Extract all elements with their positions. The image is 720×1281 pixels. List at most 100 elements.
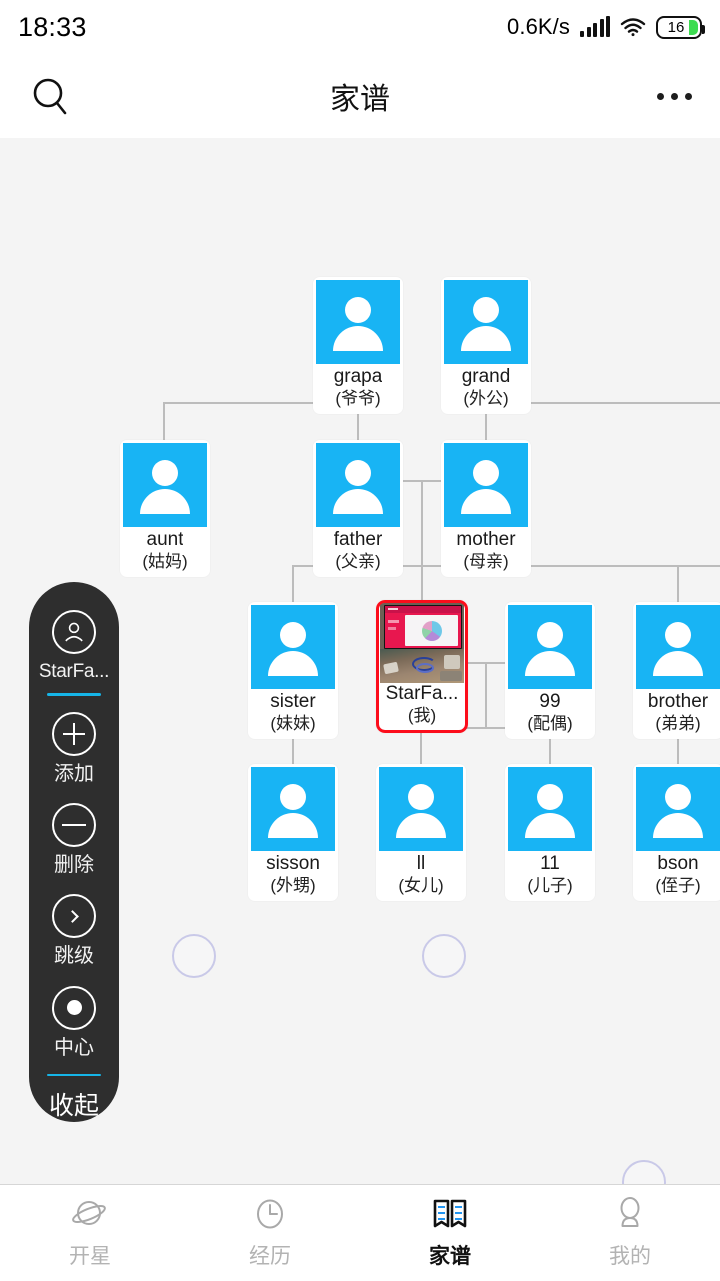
tree-node-name: bson [657,853,699,874]
tree-node-relation: (姑妈) [142,552,188,571]
tab-wode-label: 我的 [609,1245,651,1268]
tree-node-relation: (爷爷) [335,389,381,408]
status-indicators: 0.6K/s 16 [507,14,705,40]
tree-node-relation: (妹妹) [270,714,316,733]
tree-node[interactable]: sisson (外甥) [248,764,338,901]
tree-node-name: sister [270,691,316,712]
planet-icon [71,1195,109,1233]
tree-node[interactable]: 11 (儿子) [505,764,595,901]
person-avatar-icon [251,767,335,851]
tree-node[interactable]: grapa (爷爷) [313,277,403,414]
tree-node-relation: (女儿) [398,876,444,895]
book-icon [431,1195,469,1233]
tree-node-relation: (儿子) [527,876,573,895]
fab-item-delete[interactable]: 删除 [29,803,119,877]
person-avatar-icon [316,280,400,364]
fab-divider [47,693,101,696]
tree-node-name: sisson [266,853,320,874]
fab-item-add-label: 添加 [54,763,94,785]
tab-jiapu-label: 家谱 [429,1245,471,1268]
person-avatar-icon [508,605,592,689]
network-speed-label: 0.6K/s [507,14,570,39]
battery-icon: 16 [656,15,705,39]
tree-node[interactable]: grand (外公) [441,277,531,414]
battery-fill [689,19,698,35]
tree-node[interactable]: sister (妹妹) [248,602,338,739]
tab-jiapu[interactable]: 家谱 [360,1185,540,1281]
tab-jingli-label: 经历 [249,1245,291,1268]
tree-node[interactable]: 99 (配偶) [505,602,595,739]
tree-node[interactable]: aunt (姑妈) [120,440,210,577]
tree-node[interactable]: ll (女儿) [376,764,466,901]
connector-line [677,565,679,602]
tab-kaixing-label: 开星 [69,1245,111,1268]
connector-line [485,662,487,728]
person-avatar-icon [251,605,335,689]
fab-collapse-button[interactable]: 收起 [49,1086,99,1122]
tree-node-relation: (外甥) [270,876,316,895]
plus-circle-icon [52,712,96,756]
fab-item-skip-level-label: 跳级 [54,945,94,968]
tree-node[interactable]: brother (弟弟) [633,602,720,739]
person-avatar-icon [379,767,463,851]
user-circle-icon [52,610,96,654]
minus-circle-icon [52,803,96,848]
connector-line [421,565,423,600]
page-title: 家谱 [330,83,390,116]
tab-jingli[interactable]: 经历 [180,1185,360,1281]
tree-node-name: 11 [540,853,560,874]
person-avatar-icon [636,605,720,689]
connector-line [292,565,294,602]
tree-node-relation: (配偶) [527,714,573,733]
decorative-circle [422,934,466,978]
tab-wode[interactable]: 我的 [540,1185,720,1281]
tree-node-name: grand [461,366,511,387]
tree-node[interactable]: bson (侄子) [633,764,720,901]
fab-item-skip-level[interactable]: 跳级 [29,894,119,968]
tree-node-name: ll [416,853,426,874]
fab-item-center-label: 中心 [54,1036,94,1059]
person-avatar-icon [508,767,592,851]
tree-node-relation: (侄子) [655,876,701,895]
tree-node-name: father [333,529,383,550]
wifi-icon [620,17,646,37]
tree-node[interactable]: father (父亲) [313,440,403,577]
bottom-tab-bar: 开星 经历 家谱 我的 [0,1184,720,1280]
fab-item-center[interactable]: 中心 [29,985,119,1060]
chevron-right-circle-icon [52,894,96,939]
tree-node-name: brother [647,691,709,712]
person-avatar-icon [123,443,207,527]
decorative-circle [622,1160,666,1184]
status-bar: 18:33 0.6K/s 16 [0,0,720,54]
fab-profile[interactable]: StarFa... [29,610,119,712]
battery-level-label: 16 [667,18,685,36]
tree-node-name: StarFa... [385,683,459,704]
person-avatar-icon [444,280,528,364]
fab-bottom-divider [47,1073,101,1076]
clock-icon [251,1195,289,1233]
target-dot-circle-icon [52,985,96,1030]
fab-profile-label: StarFa... [38,661,110,682]
decorative-circle [172,934,216,978]
fab-item-delete-label: 删除 [54,854,94,877]
family-tree-canvas[interactable]: grapa (爷爷) grand (外公) aunt (姑妈) father (父亲) moth… [0,138,720,1184]
person-icon [611,1195,649,1233]
tab-kaixing[interactable]: 开星 [0,1185,180,1281]
tree-node-relation: (我) [407,706,437,725]
tree-node[interactable]: mother (母亲) [441,440,531,577]
cellular-signal-icon [580,16,610,37]
photo-thumbnail [380,603,464,683]
tree-node[interactable]: StarFa... (我) [376,600,468,733]
tree-node-name: aunt [146,529,184,550]
status-time: 18:33 [18,11,87,42]
search-icon[interactable] [28,73,74,119]
floating-action-menu[interactable]: StarFa... 添加 删除 跳级 中心 收起 [29,582,119,1122]
more-options-icon[interactable] [657,92,692,100]
fab-item-add[interactable]: 添加 [29,712,119,786]
tree-node-name: grapa [333,366,383,387]
tree-node-relation: (父亲) [335,552,381,571]
tree-node-relation: (外公) [463,389,509,408]
tree-node-relation: (弟弟) [655,714,701,733]
person-avatar-icon [444,443,528,527]
connector-line [163,402,165,440]
